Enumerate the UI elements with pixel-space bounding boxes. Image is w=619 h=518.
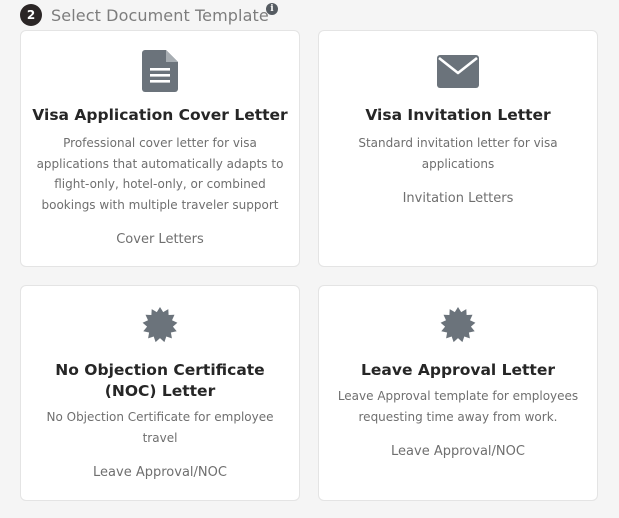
- card-description: Leave Approval template for employees re…: [337, 389, 579, 424]
- template-card-invitation-letter[interactable]: Visa Invitation Letter Standard invitati…: [318, 30, 598, 267]
- document-icon: [21, 50, 299, 92]
- certificate-icon: [319, 307, 597, 343]
- card-category: Leave Approval/NOC: [93, 465, 227, 480]
- card-title: Leave Approval Letter: [361, 361, 555, 379]
- card-title: Visa Application Cover Letter: [32, 106, 288, 124]
- envelope-icon: [319, 55, 597, 88]
- card-category: Leave Approval/NOC: [391, 444, 525, 459]
- section-title: Select Document Template: [51, 5, 269, 25]
- template-card-cover-letter[interactable]: Visa Application Cover Letter Profession…: [20, 30, 300, 267]
- info-icon[interactable]: i: [266, 3, 278, 15]
- card-description: No Objection Certificate for employee tr…: [46, 410, 274, 445]
- step-badge: 2: [20, 4, 42, 26]
- card-category: Cover Letters: [116, 232, 204, 247]
- card-title: No Objection Certificate (NOC) Letter: [55, 361, 265, 400]
- certificate-icon: [21, 307, 299, 343]
- card-description: Standard invitation letter for visa appl…: [358, 136, 558, 171]
- section-header: 2 Select Document Template i: [20, 3, 278, 26]
- card-title: Visa Invitation Letter: [365, 106, 551, 124]
- card-description: Professional cover letter for visa appli…: [36, 136, 284, 212]
- template-card-noc-letter[interactable]: No Objection Certificate (NOC) Letter No…: [20, 285, 300, 501]
- template-card-leave-approval[interactable]: Leave Approval Letter Leave Approval tem…: [318, 285, 598, 501]
- card-category: Invitation Letters: [402, 191, 514, 206]
